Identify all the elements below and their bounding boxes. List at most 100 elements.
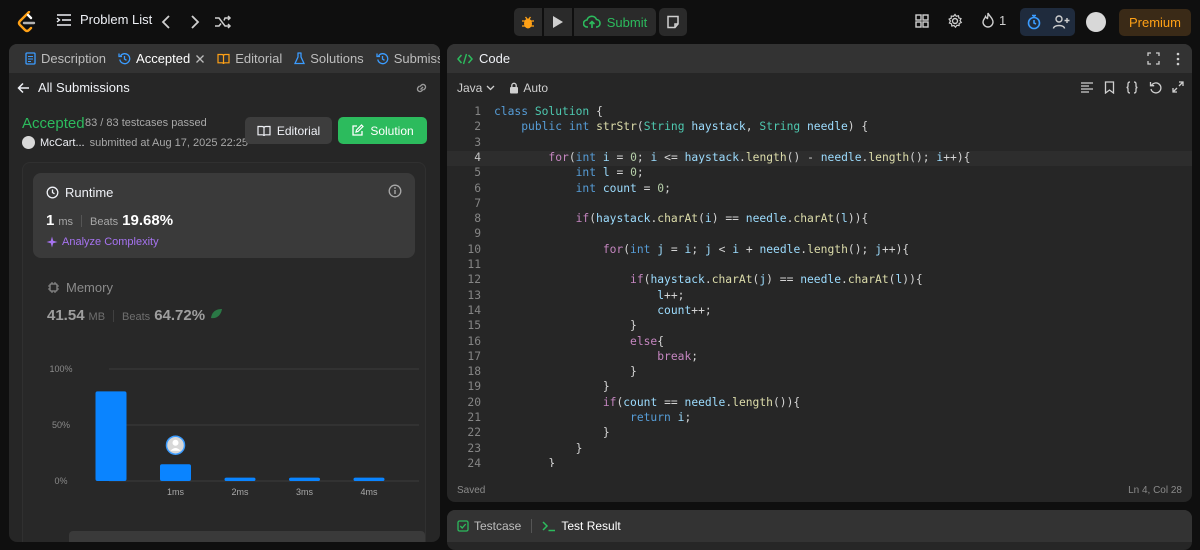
tab-description[interactable]: Description — [19, 44, 112, 73]
history-icon — [376, 52, 389, 65]
document-icon — [25, 52, 36, 65]
share-link-icon[interactable] — [414, 81, 429, 95]
tab-editorial[interactable]: Editorial — [211, 44, 288, 73]
submitter-avatar[interactable] — [22, 136, 35, 149]
reset-icon[interactable] — [1149, 81, 1162, 94]
analyze-complexity-link[interactable]: Analyze Complexity — [46, 236, 159, 248]
line-number: 17 — [467, 349, 481, 363]
sparkle-icon — [46, 236, 58, 248]
code-line[interactable]: 24 } — [447, 457, 1192, 467]
tab-test-result[interactable]: Test Result — [542, 519, 621, 533]
code-line[interactable]: 12 if(haystack.charAt(j) == needle.charA… — [447, 273, 1192, 288]
shuffle-icon[interactable] — [214, 13, 232, 31]
submitter-name[interactable]: McCart... — [40, 137, 85, 149]
code-line[interactable]: 17 break; — [447, 350, 1192, 365]
chip-icon — [47, 281, 60, 294]
testcases-passed: 83 / 83 testcases passed — [85, 117, 207, 129]
code-line[interactable]: 14 count++; — [447, 304, 1192, 319]
leetcode-logo-icon[interactable] — [17, 11, 37, 33]
line-number: 24 — [467, 456, 481, 467]
code-panel: Code Java Auto 1 class Solution {2 public… — [447, 44, 1192, 502]
terminal-icon — [542, 520, 556, 532]
auto-mode-label: Auto — [523, 81, 549, 95]
braces-icon[interactable] — [1125, 81, 1139, 94]
editor-tools — [1080, 81, 1184, 94]
code-text: for(int j = i; j < i + needle.length(); … — [602, 242, 910, 256]
memory-title[interactable]: Memory — [47, 280, 113, 295]
x-tick-label: 2ms — [231, 487, 249, 497]
code-line[interactable]: 21 return i; — [447, 411, 1192, 426]
code-line[interactable]: 23 } — [447, 442, 1192, 457]
solution-button[interactable]: Solution — [338, 117, 427, 144]
code-line[interactable]: 16 else{ — [447, 335, 1192, 350]
runtime-label: Runtime — [65, 185, 114, 200]
code-text: public int strStr(String haystack, Strin… — [521, 120, 869, 134]
all-submissions-link[interactable]: All Submissions — [17, 80, 130, 95]
stopwatch-button[interactable] — [1020, 8, 1047, 36]
code-text: } — [630, 365, 637, 379]
code-line[interactable]: 13 l++; — [447, 289, 1192, 304]
language-select[interactable]: Java — [457, 81, 495, 95]
code-text: for(int i = 0; i <= haystack.length() - … — [548, 150, 971, 164]
settings-gear-icon[interactable] — [947, 13, 963, 29]
code-line[interactable]: 6 int count = 0; — [447, 182, 1192, 197]
code-line[interactable]: 5 int l = 0; — [447, 166, 1192, 181]
chevron-left-icon[interactable] — [159, 13, 175, 31]
metric-divider — [113, 309, 115, 322]
code-line[interactable]: 3 — [447, 136, 1192, 151]
tab-testcase[interactable]: Testcase — [457, 519, 521, 533]
code-line[interactable]: 22 } — [447, 426, 1192, 441]
line-number: 10 — [467, 242, 481, 256]
auto-mode-toggle[interactable]: Auto — [509, 81, 548, 95]
tab-submissions[interactable]: Submissio — [370, 44, 440, 73]
runtime-box[interactable]: Runtime 1 ms Beats 19.68% Analyze Comple… — [33, 173, 415, 258]
line-number: 7 — [474, 196, 481, 210]
code-line[interactable]: 20 if(count == needle.length()){ — [447, 396, 1192, 411]
info-icon[interactable] — [388, 184, 402, 198]
chart-scrollbar[interactable] — [69, 531, 425, 542]
notes-button[interactable] — [659, 8, 687, 36]
code-line[interactable]: 8 if(haystack.charAt(i) == needle.charAt… — [447, 212, 1192, 227]
more-vertical-icon[interactable] — [1176, 52, 1180, 66]
submit-button[interactable]: Submit — [574, 8, 656, 36]
bug-icon — [520, 14, 536, 30]
code-line[interactable]: 19 } — [447, 380, 1192, 395]
bookmark-icon[interactable] — [1104, 81, 1115, 94]
premium-button[interactable]: Premium — [1119, 9, 1191, 36]
format-align-icon[interactable] — [1080, 81, 1094, 94]
tab-solutions[interactable]: Solutions — [288, 44, 369, 73]
submission-panel: Description Accepted Editorial Solutions… — [9, 44, 440, 542]
problem-list-button[interactable]: Problem List — [56, 12, 152, 27]
code-text: count++; — [657, 303, 712, 317]
code-line[interactable]: 7 — [447, 197, 1192, 212]
code-line[interactable]: 15 } — [447, 319, 1192, 334]
tab-accepted[interactable]: Accepted — [112, 44, 211, 73]
code-line[interactable]: 9 — [447, 227, 1192, 242]
y-tick-label: 100% — [49, 364, 72, 374]
debug-button[interactable] — [514, 8, 542, 36]
book-icon — [217, 53, 230, 65]
code-line[interactable]: 11 — [447, 258, 1192, 273]
tab-editorial-label: Editorial — [235, 51, 283, 66]
user-avatar[interactable] — [1086, 12, 1106, 32]
code-editor[interactable]: 1 class Solution {2 public int strStr(Str… — [447, 105, 1192, 467]
code-line[interactable]: 1 class Solution { — [447, 105, 1192, 120]
add-friend-button[interactable] — [1047, 8, 1075, 36]
expand-icon[interactable] — [1172, 81, 1184, 94]
flame-icon — [981, 12, 995, 28]
maximize-icon[interactable] — [1147, 52, 1160, 65]
close-tab-icon[interactable] — [195, 54, 205, 64]
chevron-right-icon[interactable] — [187, 13, 203, 31]
grid-icon[interactable] — [914, 13, 930, 29]
streak-counter[interactable]: 1 — [981, 12, 1006, 28]
chevron-down-icon — [486, 85, 495, 91]
code-line[interactable]: 10 for(int j = i; j < i + needle.length(… — [447, 243, 1192, 258]
code-line[interactable]: 2 public int strStr(String haystack, Str… — [447, 120, 1192, 135]
code-line[interactable]: 4 for(int i = 0; i <= haystack.length() … — [447, 150, 1192, 167]
editorial-button[interactable]: Editorial — [245, 117, 332, 144]
left-tab-bar: Description Accepted Editorial Solutions… — [9, 44, 440, 73]
code-text: int count = 0; — [575, 181, 671, 195]
chart-bar — [289, 477, 320, 481]
run-button[interactable] — [544, 8, 572, 36]
code-line[interactable]: 18 } — [447, 365, 1192, 380]
